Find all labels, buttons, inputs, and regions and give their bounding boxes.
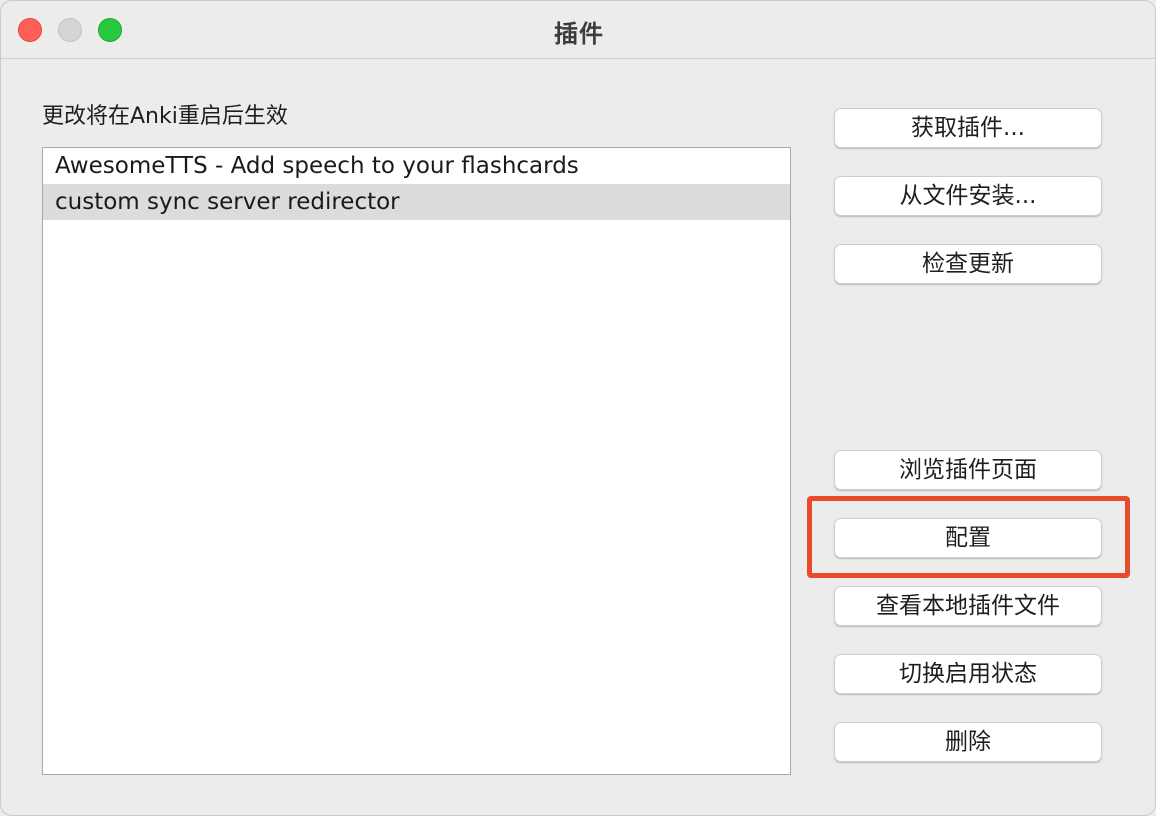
view-files-button[interactable]: 查看本地插件文件	[834, 586, 1102, 626]
restart-hint-label: 更改将在Anki重启后生效	[42, 104, 288, 129]
check-updates-button[interactable]: 检查更新	[834, 244, 1102, 284]
config-button[interactable]: 配置	[834, 518, 1102, 558]
install-from-file-button[interactable]: 从文件安装...	[834, 176, 1102, 216]
delete-button[interactable]: 删除	[834, 722, 1102, 762]
addons-window: 插件 更改将在Anki重启后生效 AwesomeTTS - Add speech…	[0, 0, 1156, 816]
addon-list-item[interactable]: AwesomeTTS - Add speech to your flashcar…	[43, 148, 790, 184]
get-addons-button[interactable]: 获取插件...	[834, 108, 1102, 148]
toggle-enabled-button[interactable]: 切换启用状态	[834, 654, 1102, 694]
browse-addon-page-button[interactable]: 浏览插件页面	[834, 450, 1102, 490]
addon-list-item-selected[interactable]: custom sync server redirector	[43, 184, 790, 220]
addon-list[interactable]: AwesomeTTS - Add speech to your flashcar…	[42, 147, 791, 775]
window-title: 插件	[554, 20, 604, 48]
titlebar: 插件	[1, 1, 1155, 59]
